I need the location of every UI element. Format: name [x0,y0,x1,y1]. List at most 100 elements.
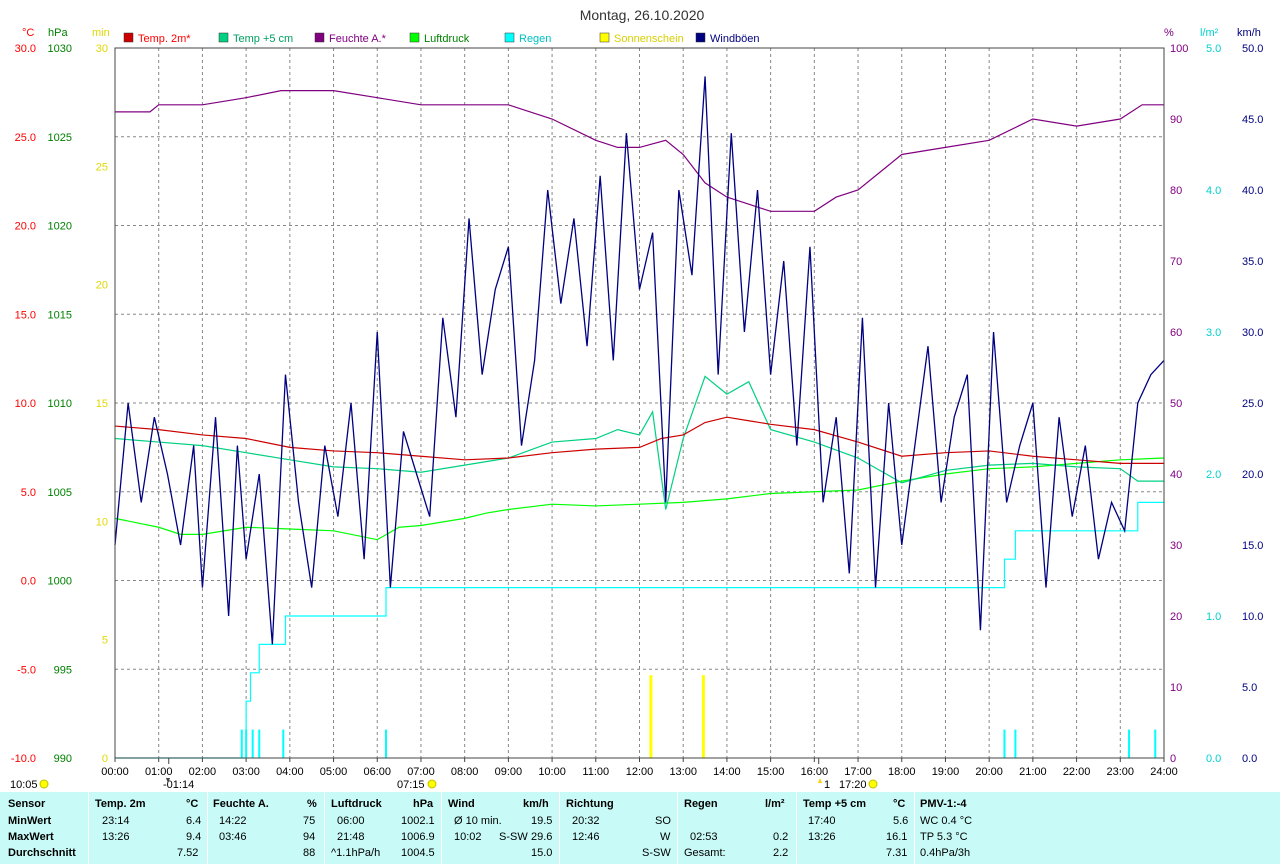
sunset-label: 17:20 [839,779,867,790]
summary-avg-row: Durchschnitt 7.52 88 ^1.1hPa/h 1004.5 15… [0,847,1280,863]
avg-temp5-val: 7.31 [886,847,908,859]
legend-swatch [123,32,134,43]
min-hum-time: 14:22 [219,815,247,827]
temp-axis-tick-label: -10.0 [11,753,36,765]
wind-axis-tick-label: 40.0 [1242,185,1263,197]
avg-dir-val: S-SW [642,847,671,859]
max-pmv: TP 5.3 °C [920,831,968,843]
x-tick-label: 22:00 [1063,766,1091,778]
rain-bar [1014,729,1017,758]
hdr-pmv: PMV-1:-4 [920,798,967,810]
sunshine-axis-tick-label: 15 [96,398,108,410]
hdr-temp5: Temp +5 cm [803,798,867,810]
avg-temp2m-val: 7.52 [177,847,199,859]
avg-rain-val: 2.2 [773,847,789,859]
hdr-dir: Richtung [566,798,614,810]
sunset-icon [868,779,878,789]
rain-axis-tick-label: 5.0 [1206,43,1221,55]
rain-bar [258,729,261,758]
humidity-axis-tick-label: 40 [1170,469,1182,481]
pressure-axis-tick-label: 1010 [48,398,72,410]
x-tick-label: 19:00 [932,766,960,778]
legend-swatch [504,32,515,43]
min-press-val: 1002.1 [401,815,435,827]
max-hum-time: 03:46 [219,831,247,843]
hdr-rain: Regen [684,798,718,810]
x-tick-label: 10:00 [538,766,566,778]
sunrise-icon [427,779,437,789]
pressure-axis-tick-label: 1015 [48,309,72,321]
wind-axis-tick-label: 45.0 [1242,114,1263,126]
pressure-axis-tick-label: 995 [54,664,72,676]
min-hum-val: 75 [303,815,316,827]
rain-axis-tick-label: 0.0 [1206,753,1221,765]
min-dir-time: 20:32 [572,815,600,827]
rain-bar [282,729,285,758]
min-label: MinWert [8,815,52,827]
humidity-axis-tick-label: 0 [1170,753,1176,765]
x-tick-label: 08:00 [451,766,479,778]
temp-axis-tick-label: 15.0 [15,309,36,321]
sunshine-axis-tick-label: 0 [102,753,108,765]
pressure-axis-tick-label: 990 [54,753,72,765]
temp-axis-tick-label: 20.0 [15,221,36,233]
hdr-hum-unit: % [307,798,317,810]
temp-axis-tick-label: 10.0 [15,398,36,410]
hdr-press-unit: hPa [413,798,434,810]
humidity-axis-tick-label: 60 [1170,327,1182,339]
x-tick-label: 15:00 [757,766,785,778]
sunshine-bar [701,675,705,758]
min-temp2m-time: 23:14 [102,815,130,827]
x-tick-label: 01:00 [145,766,173,778]
humidity-axis-tick-label: 10 [1170,682,1182,694]
x-tick-label: 07:00 [407,766,435,778]
legend-label: Feuchte A.* [329,33,387,45]
wind-axis-tick-label: 0.0 [1242,753,1257,765]
x-tick-label: 21:00 [1019,766,1047,778]
hdr-sensor: Sensor [8,798,46,810]
x-tick-label: 13:00 [669,766,697,778]
weather-chart: Montag, 26.10.2020 00:00 01:00 02:00 03:00 0… [0,0,1280,790]
sunrise-label: 07:15 [397,779,425,790]
avg-hum-val: 88 [303,847,316,859]
min-wind-val: 19.5 [531,815,553,827]
rain-bar [1154,729,1157,758]
legend-swatch [695,32,706,43]
summary-table: Sensor Temp. 2m °C Feuchte A. % Luftdruc… [0,792,1280,864]
max-dir-time: 12:46 [572,831,600,843]
max-dir-val: W [660,831,671,843]
x-tick-label: 18:00 [888,766,916,778]
humidity-axis-tick-label: 30 [1170,540,1182,552]
legend-swatch [314,32,325,43]
wind-axis-tick-label: 30.0 [1242,327,1263,339]
rain-axis-tick-label: 1.0 [1206,611,1221,623]
rain-bar [384,729,387,758]
sunshine-axis-tick-label: 30 [96,43,108,55]
rain-bar [1003,729,1006,758]
wind-axis-tick-label: 10.0 [1242,611,1263,623]
summary-max-row: MaxWert 13:26 9.4 03:46 94 21:48 1006.9 … [0,831,1280,847]
hdr-wind: Wind [448,798,475,810]
min-press-time: 06:00 [337,815,365,827]
sunshine-axis-tick-label: 25 [96,161,108,173]
x-tick-label: 05:00 [320,766,348,778]
humidity-axis-tick-label: 50 [1170,398,1182,410]
sunshine-bar [649,675,653,758]
hdr-wind-unit: km/h [523,798,549,810]
rain-axis-tick-label: 3.0 [1206,327,1221,339]
pressure-axis-tick-label: 1005 [48,487,72,499]
legend-label: Temp. 2m* [138,33,191,45]
avg-press-trend: ^1.1hPa/h [331,847,381,859]
temp-axis-tick-label: 0.0 [21,576,36,588]
rain-bar [1128,729,1131,758]
x-tick-label: 00:00 [101,766,129,778]
max-rain-time: 02:53 [690,831,718,843]
min-temp5-val: 5.6 [893,815,909,827]
min-wind-label: Ø 10 min. [454,815,502,827]
hdr-temp2m-unit: °C [186,798,199,810]
wind-axis-tick-label: 20.0 [1242,469,1263,481]
wind-axis-tick-label: 35.0 [1242,256,1263,268]
x-tick-label: 11:00 [582,766,609,778]
temp-axis-tick-label: 30.0 [15,43,36,55]
wind-axis-unit: km/h [1237,27,1261,39]
